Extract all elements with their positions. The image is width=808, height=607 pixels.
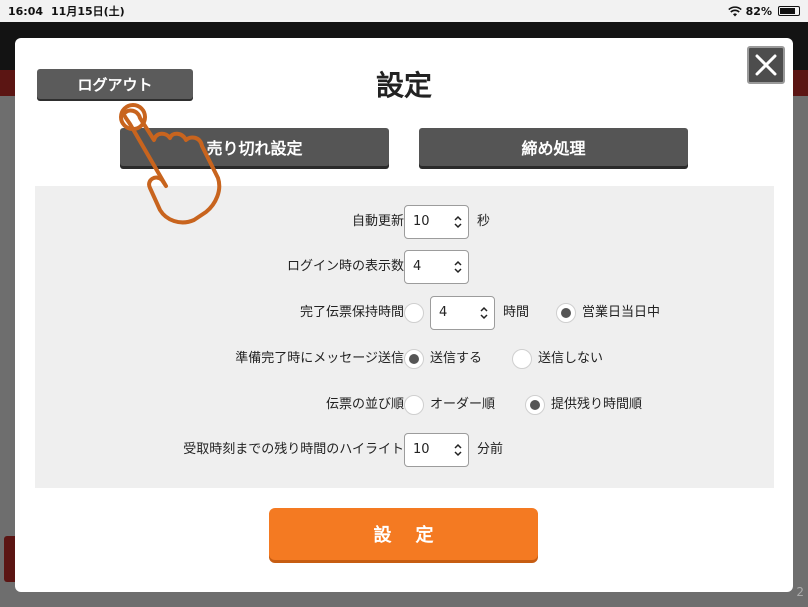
hand-pointer-icon <box>119 103 222 225</box>
highlight-label: 受取時刻までの残り時間のハイライト <box>183 442 404 457</box>
status-right: 82% <box>727 4 800 18</box>
slip-order-row: 伝票の並び順 オーダー順 提供残り時間順 <box>35 388 774 422</box>
ready-send-radio[interactable] <box>404 349 424 369</box>
highlight-select[interactable]: 10 <box>404 433 469 467</box>
completed-retention-label: 完了伝票保持時間 <box>299 305 404 320</box>
settings-panel: 自動更新 10 秒 ログイン時の表示数 4 完了伝票保持時間 4 時間 営業日当… <box>35 186 774 488</box>
login-display-value: 4 <box>413 259 422 274</box>
retention-business-day-radio[interactable] <box>556 303 576 323</box>
retention-hours-unit: 時間 <box>503 305 530 320</box>
auto-refresh-label: 自動更新 <box>351 214 404 229</box>
auto-refresh-select[interactable]: 10 <box>404 205 469 239</box>
status-bar: 16:04 11月15日(土) 82% <box>0 0 808 22</box>
ready-message-label: 準備完了時にメッセージ送信 <box>235 351 404 366</box>
retention-hours-value: 4 <box>439 305 448 320</box>
status-date: 11月15日(土) <box>51 5 125 18</box>
background-page-number: 2 <box>796 585 804 599</box>
close-icon <box>755 54 777 76</box>
completed-retention-row: 完了伝票保持時間 4 時間 営業日当日中 <box>35 296 774 330</box>
login-display-label: ログイン時の表示数 <box>286 259 404 274</box>
login-display-row: ログイン時の表示数 4 <box>35 250 774 284</box>
slip-order-label: 伝票の並び順 <box>325 397 404 412</box>
login-display-select[interactable]: 4 <box>404 250 469 284</box>
settings-modal: 設定 ログアウト 売り切れ設定 締め処理 自動更新 10 秒 ログイン時の表示数… <box>15 38 793 592</box>
order-by-order-label: オーダー順 <box>430 397 496 412</box>
status-time: 16:04 <box>8 4 44 18</box>
select-arrows-icon <box>480 306 488 320</box>
highlight-row: 受取時刻までの残り時間のハイライト 10 分前 <box>35 433 774 467</box>
retention-hours-radio[interactable] <box>404 303 424 323</box>
select-arrows-icon <box>454 260 462 274</box>
order-by-remaining-label: 提供残り時間順 <box>551 397 643 412</box>
highlight-unit: 分前 <box>477 442 504 457</box>
submit-settings-button[interactable]: 設定 <box>269 508 538 560</box>
ready-no-send-radio[interactable] <box>512 349 532 369</box>
wifi-icon <box>727 5 742 16</box>
auto-refresh-value: 10 <box>413 214 430 229</box>
order-by-order-radio[interactable] <box>404 395 424 415</box>
battery-percent: 82% <box>745 4 772 18</box>
retention-hours-select[interactable]: 4 <box>430 296 495 330</box>
select-arrows-icon <box>454 443 462 457</box>
battery-icon <box>778 6 800 16</box>
select-arrows-icon <box>454 215 462 229</box>
order-by-remaining-radio[interactable] <box>525 395 545 415</box>
ready-send-label: 送信する <box>430 351 483 366</box>
close-button[interactable] <box>747 46 785 84</box>
ready-no-send-label: 送信しない <box>538 351 604 366</box>
ready-message-row: 準備完了時にメッセージ送信 送信する 送信しない <box>35 342 774 376</box>
closing-process-button[interactable]: 締め処理 <box>419 128 688 166</box>
auto-refresh-unit: 秒 <box>477 214 491 229</box>
highlight-value: 10 <box>413 442 430 457</box>
retention-business-day-label: 営業日当日中 <box>582 305 661 320</box>
